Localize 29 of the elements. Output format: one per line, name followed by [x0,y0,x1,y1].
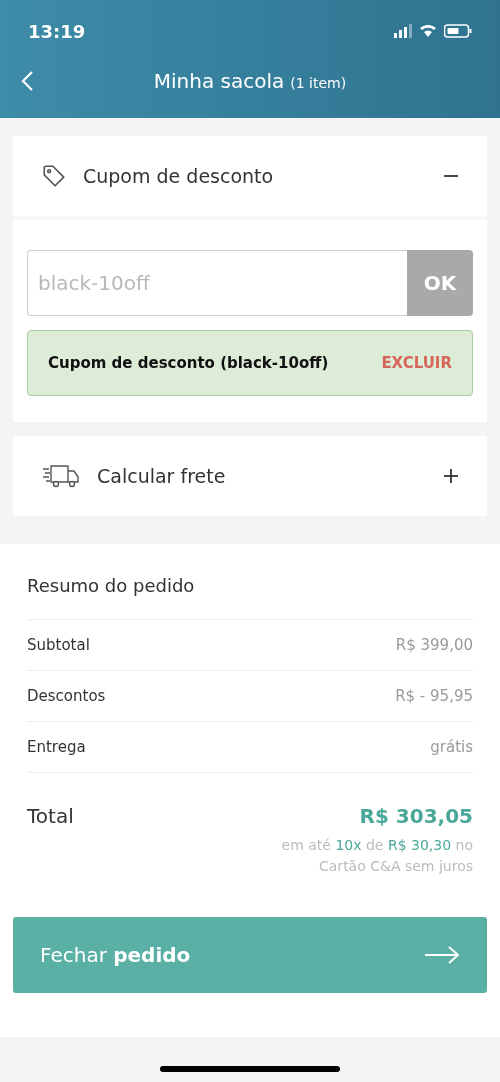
checkout-button[interactable]: Fechar pedido [13,917,487,993]
back-icon[interactable] [20,70,34,92]
total-label: Total [27,803,74,830]
applied-coupon-text: Cupom de desconto (black-10off) [48,352,329,374]
total-value: R$ 303,05 [359,803,473,830]
summary-value: grátis [430,736,473,758]
summary-value: R$ - 95,95 [395,685,473,707]
section-title[interactable]: Calcular frete [97,461,443,491]
arrow-icon [424,945,460,965]
coupon-field[interactable]: black-10off [27,250,407,316]
status-time: 13:19 [28,19,86,44]
item-count: (1 item) [290,74,347,93]
section-title[interactable]: Cupom de desconto [83,161,443,191]
summary-label: Subtotal [27,634,90,656]
expand-icon[interactable] [443,468,459,484]
truck-icon [41,463,81,489]
ok-button[interactable]: OK [407,250,473,316]
summary-label: Descontos [27,685,106,707]
signal-icon [394,24,412,38]
battery-icon [444,24,472,38]
wifi-icon [420,25,436,37]
installment-text: em até 10x de R$ 30,30 no [281,836,473,855]
summary-label: Entrega [27,736,86,758]
tag-icon [41,163,67,189]
installment-text: Cartão C&A sem juros [319,857,473,876]
page-title: Minha sacola [153,68,285,95]
remove-link[interactable]: EXCLUIR [381,351,452,375]
summary-title: Resumo do pedido [27,574,196,598]
summary-value: R$ 399,00 [395,634,473,656]
